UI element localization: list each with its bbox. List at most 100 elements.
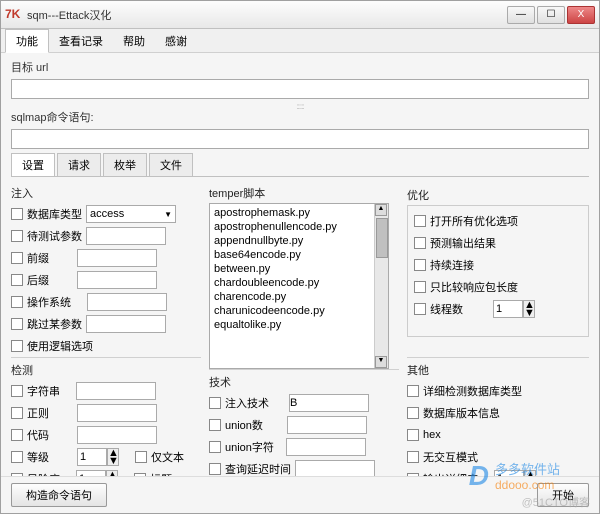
chk-nointer[interactable] xyxy=(407,451,419,463)
lbl-opt-all: 打开所有优化选项 xyxy=(430,213,518,229)
lbl-dbtype: 数据库类型 xyxy=(27,206,82,222)
chk-delay[interactable] xyxy=(209,463,221,475)
tab-enum[interactable]: 枚举 xyxy=(103,153,147,176)
list-item[interactable]: charencode.py xyxy=(214,290,384,304)
input-prefix[interactable] xyxy=(77,249,157,267)
chk-onlylen[interactable] xyxy=(414,281,426,293)
chk-string[interactable] xyxy=(11,385,23,397)
input-delay[interactable] xyxy=(295,460,375,476)
lbl-suffix: 后缀 xyxy=(27,272,49,288)
minimize-button[interactable]: — xyxy=(507,6,535,24)
list-item[interactable]: charunicodeencode.py xyxy=(214,304,384,318)
input-unionchar[interactable] xyxy=(286,438,366,456)
chk-textonly[interactable] xyxy=(135,451,147,463)
lbl-dbver: 数据库版本信息 xyxy=(423,405,500,421)
build-command-button[interactable]: 构造命令语句 xyxy=(11,483,107,507)
chk-suffix[interactable] xyxy=(11,274,23,286)
menu-thanks[interactable]: 感谢 xyxy=(155,30,197,52)
lbl-skip: 跳过某参数 xyxy=(27,316,82,332)
chk-prefix[interactable] xyxy=(11,252,23,264)
chk-threads[interactable] xyxy=(414,303,426,315)
list-item[interactable]: apostrophenullencode.py xyxy=(214,220,384,234)
scroll-down-icon[interactable]: ▼ xyxy=(375,356,387,368)
lbl-testparam: 待测试参数 xyxy=(27,228,82,244)
list-item[interactable]: chardoubleencode.py xyxy=(214,276,384,290)
input-suffix[interactable] xyxy=(77,271,157,289)
temper-listbox[interactable]: apostrophemask.py apostrophenullencode.p… xyxy=(209,203,389,369)
input-code[interactable] xyxy=(77,426,157,444)
lbl-level: 等级 xyxy=(27,449,49,465)
chk-skip[interactable] xyxy=(11,318,23,330)
tab-file[interactable]: 文件 xyxy=(149,153,193,176)
combo-dbtype[interactable]: access▼ xyxy=(86,205,176,223)
lbl-injtech: 注入技术 xyxy=(225,395,269,411)
lbl-predict: 预测输出结果 xyxy=(430,235,496,251)
menu-help[interactable]: 帮助 xyxy=(113,30,155,52)
target-url-label: 目标 url xyxy=(11,59,48,75)
list-item[interactable]: between.py xyxy=(214,262,384,276)
scrollbar[interactable]: ▲ ▼ xyxy=(374,204,388,368)
tech-header: 技术 xyxy=(209,372,399,392)
chk-logic[interactable] xyxy=(11,340,23,352)
chk-opt-all[interactable] xyxy=(414,215,426,227)
app-icon: 7K xyxy=(5,7,21,23)
chk-unionnum[interactable] xyxy=(209,419,221,431)
input-skip[interactable] xyxy=(86,315,166,333)
threads-spinner[interactable]: ▲▼ xyxy=(523,300,535,318)
chk-hex[interactable] xyxy=(407,429,419,441)
tab-settings[interactable]: 设置 xyxy=(11,153,55,176)
window-title: sqm---Ettack汉化 xyxy=(27,7,507,23)
close-button[interactable]: X xyxy=(567,6,595,24)
list-item[interactable]: equaltolike.py xyxy=(214,318,384,332)
lbl-code: 代码 xyxy=(27,427,49,443)
scroll-thumb[interactable] xyxy=(376,218,388,258)
input-injtech[interactable] xyxy=(289,394,369,412)
lbl-os: 操作系统 xyxy=(27,294,71,310)
input-string[interactable] xyxy=(76,382,156,400)
menu-function[interactable]: 功能 xyxy=(5,29,49,53)
threads-input[interactable] xyxy=(493,300,523,318)
level-input[interactable] xyxy=(77,448,107,466)
list-item[interactable]: apostrophemask.py xyxy=(214,206,384,220)
input-testparam[interactable] xyxy=(86,227,166,245)
chevron-down-icon: ▼ xyxy=(164,210,172,219)
level-spinner[interactable]: ▲▼ xyxy=(107,448,119,466)
lbl-onlylen: 只比较响应包长度 xyxy=(430,279,518,295)
chk-unionchar[interactable] xyxy=(209,441,221,453)
lbl-textonly: 仅文本 xyxy=(151,449,184,465)
maximize-button[interactable]: ☐ xyxy=(537,6,565,24)
chk-predict[interactable] xyxy=(414,237,426,249)
list-item[interactable]: base64encode.py xyxy=(214,248,384,262)
input-regex[interactable] xyxy=(77,404,157,422)
optimize-header: 优化 xyxy=(407,185,589,205)
input-unionnum[interactable] xyxy=(287,416,367,434)
lbl-prefix: 前缀 xyxy=(27,250,49,266)
sqlmap-cmd-input[interactable] xyxy=(11,129,589,149)
lbl-unionnum: union数 xyxy=(225,417,263,433)
tab-request[interactable]: 请求 xyxy=(57,153,101,176)
chk-regex[interactable] xyxy=(11,407,23,419)
chk-code[interactable] xyxy=(11,429,23,441)
scroll-up-icon[interactable]: ▲ xyxy=(375,204,387,216)
chk-dbtype[interactable] xyxy=(11,208,23,220)
list-item[interactable]: appendnullbyte.py xyxy=(214,234,384,248)
chk-testparam[interactable] xyxy=(11,230,23,242)
target-url-input[interactable] xyxy=(11,79,589,99)
chk-level[interactable] xyxy=(11,451,23,463)
temper-header: temper脚本 xyxy=(209,183,399,203)
lbl-string: 字符串 xyxy=(27,383,60,399)
sqlmap-cmd-label: sqlmap命令语句: xyxy=(11,109,94,125)
lbl-keep: 持续连接 xyxy=(430,257,474,273)
chk-dbver[interactable] xyxy=(407,407,419,419)
chk-os[interactable] xyxy=(11,296,23,308)
lbl-logic: 使用逻辑选项 xyxy=(27,338,93,354)
detect-header: 检测 xyxy=(11,360,201,380)
start-button[interactable]: 开始 xyxy=(537,483,589,507)
inject-header: 注入 xyxy=(11,183,201,203)
chk-keep[interactable] xyxy=(414,259,426,271)
chk-detaildb[interactable] xyxy=(407,385,419,397)
input-os[interactable] xyxy=(87,293,167,311)
lbl-regex: 正则 xyxy=(27,405,49,421)
chk-injtech[interactable] xyxy=(209,397,221,409)
menu-history[interactable]: 查看记录 xyxy=(49,30,113,52)
